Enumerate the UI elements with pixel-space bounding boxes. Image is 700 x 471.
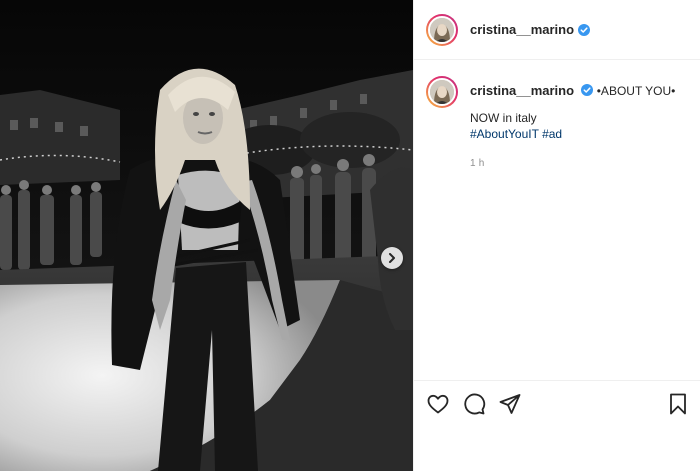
- chevron-right-icon: [389, 253, 395, 263]
- avatar[interactable]: [426, 13, 458, 46]
- verified-badge-icon: [581, 84, 594, 96]
- bookmark-icon: [670, 393, 686, 414]
- carousel-next-button[interactable]: [381, 247, 403, 269]
- post-photo[interactable]: [0, 0, 413, 471]
- username[interactable]: cristina__marino: [470, 22, 574, 37]
- post-side-panel: cristina__marino cristina__marino •ABOUT…: [413, 0, 700, 471]
- caption-username[interactable]: cristina__marino: [470, 83, 574, 98]
- comment-icon: [464, 393, 486, 414]
- avatar-photo: [430, 80, 454, 104]
- avatar-photo: [430, 17, 454, 42]
- post-timestamp[interactable]: 1 h: [470, 156, 675, 172]
- heart-icon: [427, 394, 449, 413]
- save-button[interactable]: [666, 392, 690, 416]
- caption-avatar[interactable]: [426, 76, 458, 108]
- hashtag-link[interactable]: #ad: [542, 127, 562, 141]
- caption-title: •ABOUT YOU•: [596, 84, 676, 98]
- paper-plane-icon: [499, 393, 521, 414]
- post-header: cristina__marino: [414, 0, 700, 60]
- action-bar: [414, 380, 700, 426]
- share-button[interactable]: [498, 392, 522, 416]
- hashtag-link[interactable]: #AboutYouIT: [470, 127, 539, 141]
- verified-badge-icon: [578, 23, 591, 36]
- like-button[interactable]: [426, 392, 450, 416]
- caption-text: NOW in italy: [470, 111, 537, 125]
- caption-body: cristina__marino •ABOUT YOU• NOW in ital…: [470, 77, 675, 172]
- comment-button[interactable]: [462, 392, 486, 416]
- caption-hashtags: #AboutYouIT #ad: [470, 126, 675, 142]
- post-caption: cristina__marino •ABOUT YOU• NOW in ital…: [414, 60, 700, 172]
- photo-image: [0, 0, 413, 471]
